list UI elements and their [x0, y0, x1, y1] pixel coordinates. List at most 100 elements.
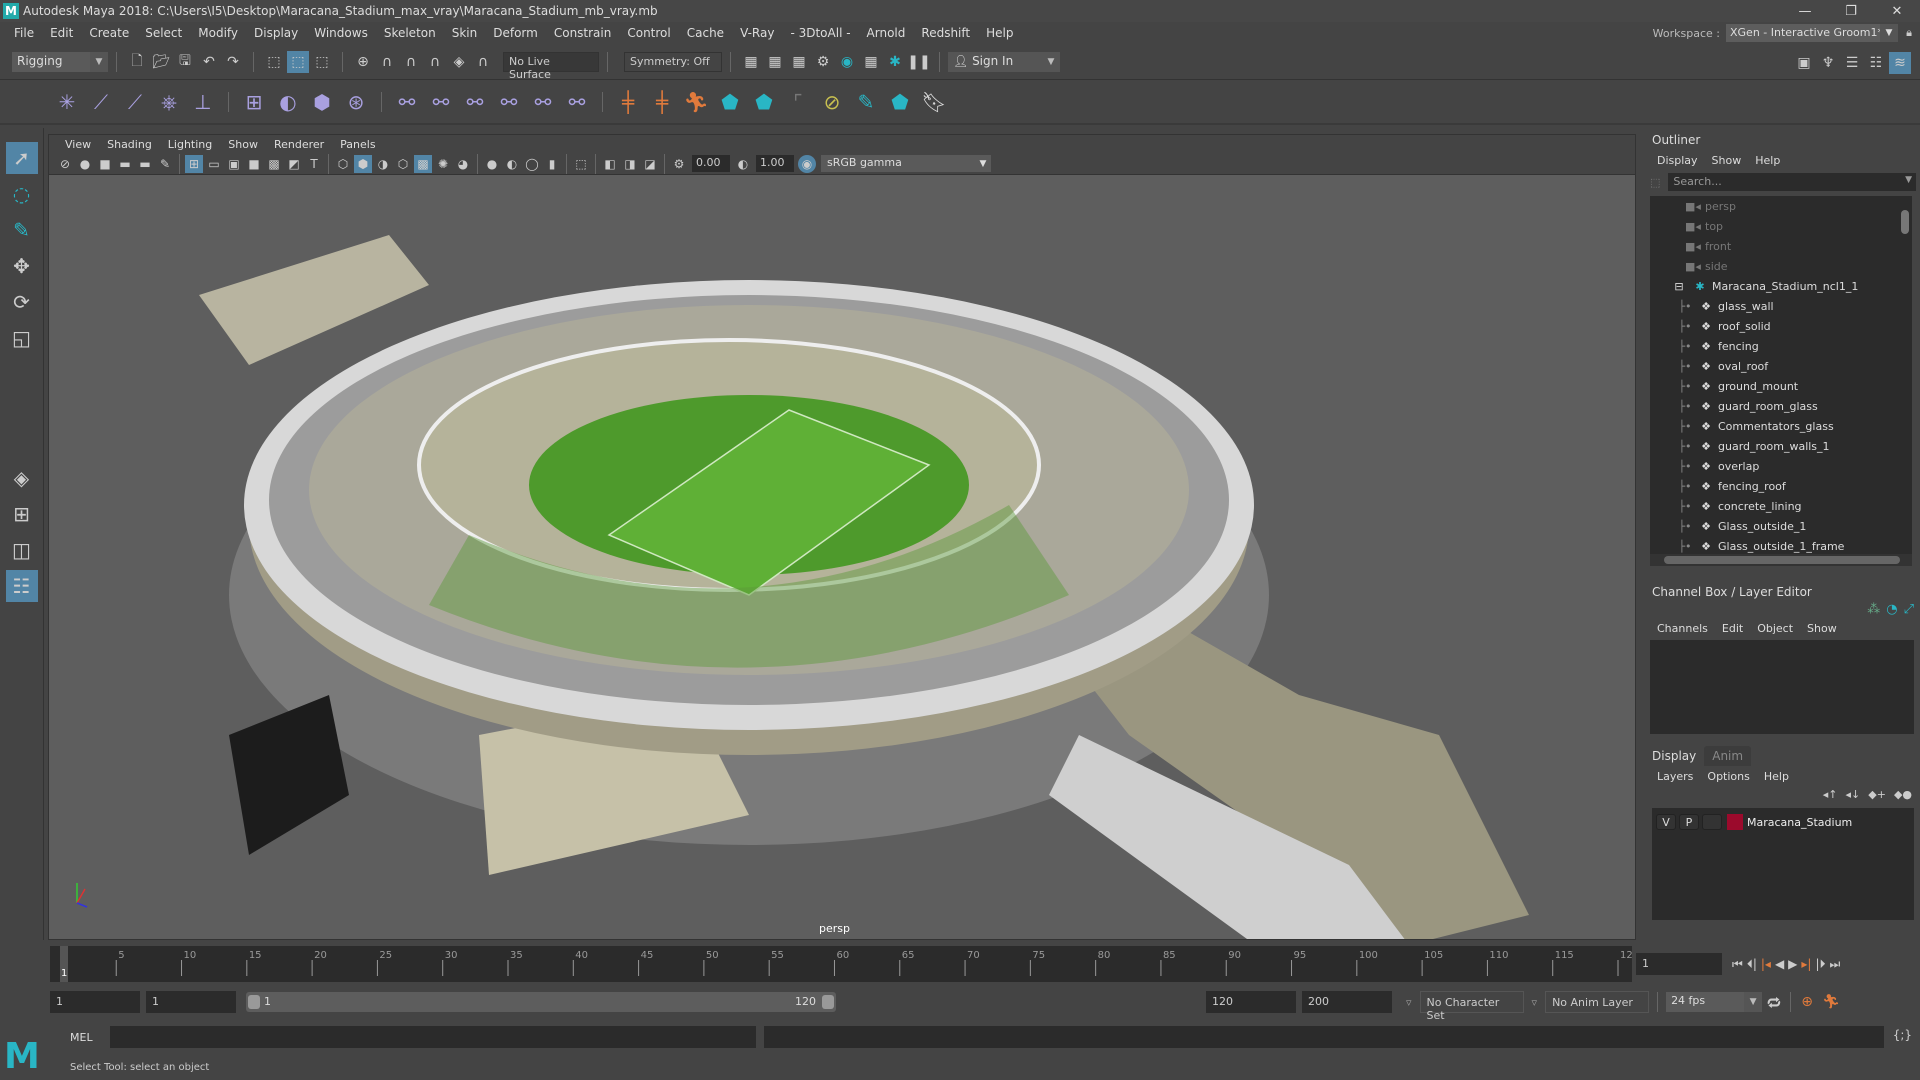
- panel-menu-show[interactable]: Show: [220, 138, 266, 151]
- menu-vray[interactable]: V-Ray: [732, 26, 782, 40]
- outliner-item[interactable]: ├• ❖ Glass_outside_1_frame: [1650, 536, 1912, 554]
- layer-menu-layers[interactable]: Layers: [1650, 770, 1700, 783]
- menu-help[interactable]: Help: [978, 26, 1021, 40]
- manipulator-icon[interactable]: ⁂: [1867, 602, 1880, 617]
- outliner-item[interactable]: ├• ❖ concrete_lining: [1650, 496, 1912, 516]
- select-by-object-icon[interactable]: ⬚: [287, 50, 309, 73]
- safe-title-icon[interactable]: T: [305, 155, 323, 173]
- scale-tool-icon[interactable]: ◱: [6, 322, 38, 354]
- go-to-end-icon[interactable]: ⏭: [1830, 957, 1841, 972]
- script-editor-icon[interactable]: {;}: [1893, 1028, 1912, 1042]
- restore-button[interactable]: ❐: [1828, 0, 1874, 22]
- scale-icon[interactable]: ⤢: [1904, 602, 1914, 617]
- smooth-shade-icon[interactable]: ⬢: [354, 154, 372, 173]
- menu-redshift[interactable]: Redshift: [913, 26, 978, 40]
- menu-cache[interactable]: Cache: [679, 26, 732, 40]
- ik-handle-icon[interactable]: ⟋: [86, 87, 116, 117]
- step-back-key-icon[interactable]: ⏴|: [1747, 957, 1757, 972]
- motion-blur-icon[interactable]: ◐: [503, 155, 521, 173]
- parent-constraint-icon[interactable]: ⚯: [392, 87, 422, 117]
- outliner-item-top[interactable]: ■◂ top: [1650, 216, 1912, 236]
- channel-menu-edit[interactable]: Edit: [1715, 622, 1750, 635]
- panel-menu-renderer[interactable]: Renderer: [266, 138, 332, 151]
- outliner-item[interactable]: ├• ❖ oval_roof: [1650, 356, 1912, 376]
- layer-menu-help[interactable]: Help: [1757, 770, 1796, 783]
- single-perspective-layout-icon[interactable]: ◈: [6, 462, 38, 494]
- character-set-field[interactable]: No Character Set: [1419, 991, 1524, 1022]
- pause-viewport-icon[interactable]: ❚❚: [907, 51, 930, 73]
- move-tool-icon[interactable]: ✥: [6, 250, 38, 282]
- open-scene-icon[interactable]: 📂︎: [150, 51, 172, 73]
- layer-menu-options[interactable]: Options: [1700, 770, 1756, 783]
- render-frame-icon[interactable]: ▦: [764, 51, 786, 73]
- paint-weights-icon[interactable]: ⊞: [239, 87, 269, 117]
- live-surface-field[interactable]: No Live Surface: [503, 51, 599, 81]
- paint-select-tool-icon[interactable]: ✎: [6, 214, 38, 246]
- safe-action-icon[interactable]: ◩: [285, 155, 303, 173]
- smooth-bind-icon[interactable]: ◐: [273, 87, 303, 117]
- maya-plugin-icon-2[interactable]: ⬟: [749, 87, 779, 117]
- loop-icon[interactable]: 🔁︎: [1763, 991, 1785, 1013]
- film-gate-icon[interactable]: ▭: [205, 155, 223, 173]
- collapse-icon[interactable]: ⊟: [1670, 280, 1688, 293]
- menu-control[interactable]: Control: [619, 26, 678, 40]
- anim-layer-field[interactable]: No Anim Layer: [1545, 991, 1650, 1013]
- shadows-icon[interactable]: ◕: [454, 155, 472, 173]
- use-all-lights-icon[interactable]: ✺: [434, 155, 452, 173]
- panel-menu-shading[interactable]: Shading: [99, 138, 160, 151]
- menu-skin[interactable]: Skin: [444, 26, 486, 40]
- menuset-dropdown[interactable]: Rigging ▼: [12, 51, 108, 72]
- outliner-item-group[interactable]: ⊟ ✱ Maracana_Stadium_ncl1_1: [1650, 276, 1912, 296]
- move-layer-up-icon[interactable]: ◂↑: [1823, 788, 1838, 801]
- layer-color-swatch[interactable]: [1727, 814, 1743, 830]
- ik-spline-icon[interactable]: ⟋: [120, 87, 150, 117]
- outliner-scrollbar[interactable]: [1900, 196, 1910, 554]
- rotate-tool-icon[interactable]: ⟳: [6, 286, 38, 318]
- undo-icon[interactable]: ↶: [198, 51, 220, 73]
- layer-row[interactable]: V P Maracana_Stadium: [1652, 812, 1914, 832]
- select-camera-icon[interactable]: ⊘: [56, 155, 74, 173]
- workspace-dropdown[interactable]: XGen - Interactive Groom1* ▼: [1726, 24, 1898, 42]
- filter-icon[interactable]: ⬚: [1650, 176, 1660, 189]
- outliner-item[interactable]: ├• ❖ Glass_outside_1: [1650, 516, 1912, 536]
- multisample-aa-icon[interactable]: ◯: [523, 155, 541, 173]
- render-setup-icon[interactable]: ▦: [860, 51, 882, 73]
- outliner-item-front[interactable]: ■◂ front: [1650, 236, 1912, 256]
- outliner-menu-display[interactable]: Display: [1650, 154, 1705, 167]
- layer-playback-toggle[interactable]: P: [1679, 814, 1699, 830]
- screen-space-ao-icon[interactable]: ●: [483, 155, 501, 173]
- menu-create[interactable]: Create: [81, 26, 137, 40]
- snap-point-icon[interactable]: ∩: [400, 51, 422, 73]
- maya-plugin-icon-1[interactable]: ⬟: [715, 87, 745, 117]
- paint-select-icon[interactable]: ✎: [851, 87, 881, 117]
- aim-constraint-icon[interactable]: ⚯: [528, 87, 558, 117]
- fps-dropdown[interactable]: 24 fps ▼: [1666, 992, 1763, 1012]
- outliner-item[interactable]: ├• ❖ fencing_roof: [1650, 476, 1912, 496]
- panel-menu-view[interactable]: View: [57, 138, 99, 151]
- exposure-field[interactable]: 0.00: [692, 155, 730, 172]
- menu-file[interactable]: File: [6, 26, 42, 40]
- snap-curve-icon[interactable]: ∩: [376, 51, 398, 73]
- create-joints-icon[interactable]: ✳: [52, 87, 82, 117]
- channel-box-icon[interactable]: ≋: [1889, 52, 1911, 74]
- outliner-item-persp[interactable]: ■◂ persp: [1650, 196, 1912, 216]
- maya-plugin-icon-3[interactable]: ⬟: [885, 87, 915, 117]
- panel-menu-panels[interactable]: Panels: [332, 138, 383, 151]
- channel-menu-show[interactable]: Show: [1800, 622, 1844, 635]
- sign-in-button[interactable]: 👤︎ Sign In ▼: [948, 51, 1060, 72]
- layer-type-toggle[interactable]: [1702, 814, 1722, 830]
- color-management-toggle-icon[interactable]: ◉: [798, 154, 816, 173]
- color-space-dropdown[interactable]: sRGB gamma ▼: [821, 155, 991, 172]
- speed-icon[interactable]: ◔: [1886, 602, 1897, 617]
- character-run-icon[interactable]: 🏃︎: [681, 87, 711, 117]
- orient-constraint-icon[interactable]: ⚯: [460, 87, 490, 117]
- menu-constrain[interactable]: Constrain: [546, 26, 620, 40]
- textured-icon[interactable]: ▩: [414, 154, 432, 173]
- stadium-3d-scene[interactable]: [49, 175, 1635, 939]
- go-to-start-icon[interactable]: ⏮: [1732, 957, 1743, 972]
- tool-settings-icon[interactable]: ☷: [1865, 52, 1887, 74]
- modeling-toolkit-icon[interactable]: ▣: [1793, 52, 1815, 74]
- menu-modify[interactable]: Modify: [190, 26, 246, 40]
- bookmark-icon[interactable]: ■: [96, 155, 114, 173]
- auto-key-icon[interactable]: ⊕: [1796, 991, 1818, 1013]
